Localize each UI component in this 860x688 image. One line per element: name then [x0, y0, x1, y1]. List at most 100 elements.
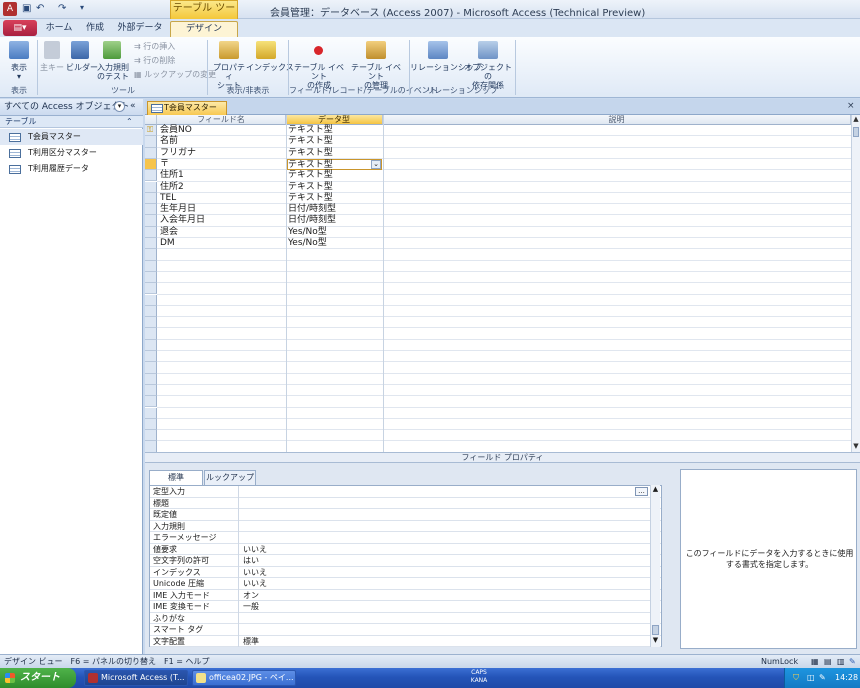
pivot-view-icon[interactable]: ▤	[824, 655, 832, 668]
row-selector[interactable]	[145, 396, 157, 408]
builder-ellipsis-button[interactable]: ...	[635, 487, 648, 496]
nav-pane-menu-icon[interactable]: ▾	[114, 101, 125, 112]
row-selector[interactable]	[145, 384, 157, 397]
nav-item-t-usage-category-master[interactable]: T利用区分マスター	[0, 145, 143, 161]
scroll-up-icon[interactable]: ▲	[852, 115, 860, 124]
data-type-dropdown-icon[interactable]: ⌄	[371, 159, 381, 169]
property-row[interactable]: エラーメッセージ	[150, 532, 661, 544]
field-name-cell[interactable]: 入会年月日	[160, 215, 205, 226]
row-selector[interactable]	[145, 339, 157, 351]
shutter-bar-close-icon[interactable]: «	[130, 101, 136, 111]
column-header-field-name[interactable]: フィールド名	[157, 115, 286, 125]
validation-test-button[interactable]: 入力規則 のテスト	[96, 63, 130, 81]
tab-lookup[interactable]: ルックアップ	[204, 470, 256, 485]
taskbar-item-paint[interactable]: officea02.JPG - ペイ...	[192, 670, 296, 686]
view-button[interactable]: 表示	[6, 63, 32, 72]
row-selector[interactable]	[145, 226, 157, 238]
scroll-thumb[interactable]	[652, 625, 659, 635]
ime-status[interactable]: CAPS KANA	[468, 669, 490, 685]
column-header-description[interactable]: 説明	[383, 115, 851, 125]
collapse-section-icon[interactable]: ⌃	[126, 117, 133, 126]
tab-create[interactable]: 作成	[80, 21, 110, 37]
office-button[interactable]: ▤▾	[3, 20, 37, 36]
row-selector[interactable]	[145, 362, 157, 374]
row-selector[interactable]	[145, 328, 157, 340]
properties-scrollbar[interactable]: ▲ ▼	[650, 485, 660, 647]
row-selector[interactable]	[145, 351, 157, 363]
property-row[interactable]: 文字配置 標準	[150, 635, 661, 647]
property-value[interactable]: 一般	[243, 601, 259, 612]
delete-row-button[interactable]: ⇉ 行の削除	[134, 55, 175, 66]
data-type-cell[interactable]: Yes/No型	[288, 227, 327, 238]
data-type-cell[interactable]: テキスト型	[288, 170, 333, 181]
access-app-icon[interactable]: A	[3, 2, 17, 16]
insert-row-button[interactable]: ⇉ 行の挿入	[134, 41, 175, 52]
property-row[interactable]: スマート タグ	[150, 624, 661, 636]
qat-customize-icon[interactable]: ▾	[80, 3, 84, 12]
data-type-cell[interactable]: 日付/時刻型	[288, 215, 336, 226]
undo-icon[interactable]: ↶	[36, 3, 44, 14]
nav-item-t-usage-history-data[interactable]: T利用履歴データ	[0, 161, 143, 177]
indexes-button[interactable]: インデックス	[246, 63, 294, 72]
data-type-cell[interactable]: テキスト型	[288, 193, 333, 204]
data-type-cell[interactable]: テキスト型	[288, 136, 333, 147]
row-selector[interactable]	[145, 317, 157, 329]
property-value[interactable]: オン	[243, 590, 259, 601]
field-name-cell[interactable]: 住所2	[160, 182, 184, 193]
taskbar-item-access[interactable]: Microsoft Access (T...	[84, 670, 188, 686]
data-type-cell[interactable]: 日付/時刻型	[288, 204, 336, 215]
row-selector[interactable]	[145, 407, 157, 419]
scroll-down-icon[interactable]: ▼	[852, 442, 860, 451]
field-name-cell[interactable]: TEL	[160, 193, 176, 204]
field-name-cell[interactable]: 退会	[160, 227, 178, 238]
field-name-cell[interactable]: 住所1	[160, 170, 184, 181]
document-tab-t-member-master[interactable]: T会員マスター	[147, 101, 227, 115]
builder-button[interactable]: ビルダー	[66, 63, 98, 72]
property-row[interactable]: ふりがな	[150, 612, 661, 624]
row-selector[interactable]	[145, 136, 157, 148]
field-name-cell[interactable]: 〒	[160, 159, 169, 170]
row-selector[interactable]	[145, 294, 157, 306]
scroll-down-icon[interactable]: ▼	[651, 636, 660, 644]
view-dropdown-icon[interactable]: ▾	[6, 72, 32, 81]
row-selector[interactable]	[145, 271, 157, 284]
row-selector[interactable]	[145, 283, 157, 295]
pen-icon[interactable]: ✎	[819, 668, 826, 688]
property-row[interactable]: インデックス いいえ	[150, 566, 661, 578]
row-selector[interactable]: ⚿	[145, 125, 157, 137]
field-name-cell[interactable]: 名前	[160, 136, 178, 147]
row-selector[interactable]	[145, 249, 157, 261]
data-type-cell[interactable]: テキスト型	[287, 158, 382, 170]
row-selector[interactable]	[145, 158, 157, 171]
modify-lookup-button[interactable]: ▦ ルックアップの変更	[134, 69, 216, 80]
property-value[interactable]: いいえ	[243, 578, 267, 589]
property-row[interactable]: 定型入力	[150, 486, 661, 498]
property-value[interactable]: いいえ	[243, 544, 267, 555]
nav-section-tables[interactable]: テーブル	[0, 116, 143, 128]
property-value[interactable]: いいえ	[243, 567, 267, 578]
row-selector[interactable]	[145, 441, 157, 452]
close-document-icon[interactable]: ×	[847, 101, 855, 111]
field-name-cell[interactable]: DM	[160, 238, 175, 249]
primary-key-button[interactable]: 主キー	[40, 63, 64, 72]
start-button[interactable]: スタート	[0, 668, 76, 688]
property-row[interactable]: 空文字列の許可 はい	[150, 555, 661, 567]
property-row[interactable]: 入力規則	[150, 520, 661, 532]
row-selector[interactable]	[145, 238, 157, 250]
row-selector[interactable]	[145, 147, 157, 159]
tab-design[interactable]: デザイン	[170, 21, 238, 37]
property-row[interactable]: 値要求 いいえ	[150, 543, 661, 555]
property-value[interactable]: 標準	[243, 636, 259, 647]
property-row[interactable]: IME 入力モード オン	[150, 589, 661, 601]
scroll-up-icon[interactable]: ▲	[651, 485, 660, 493]
row-selector[interactable]	[145, 373, 157, 385]
row-selector[interactable]	[145, 305, 157, 318]
row-selector[interactable]	[145, 170, 157, 182]
field-name-cell[interactable]: 会員NO	[160, 125, 192, 136]
property-value[interactable]: はい	[243, 555, 259, 566]
field-name-cell[interactable]: 生年月日	[160, 204, 196, 215]
save-icon[interactable]: ▣	[22, 3, 31, 14]
relationships-button[interactable]: リレーションシップ	[410, 63, 482, 72]
chart-view-icon[interactable]: ▥	[837, 655, 845, 668]
row-selector[interactable]	[145, 204, 157, 216]
